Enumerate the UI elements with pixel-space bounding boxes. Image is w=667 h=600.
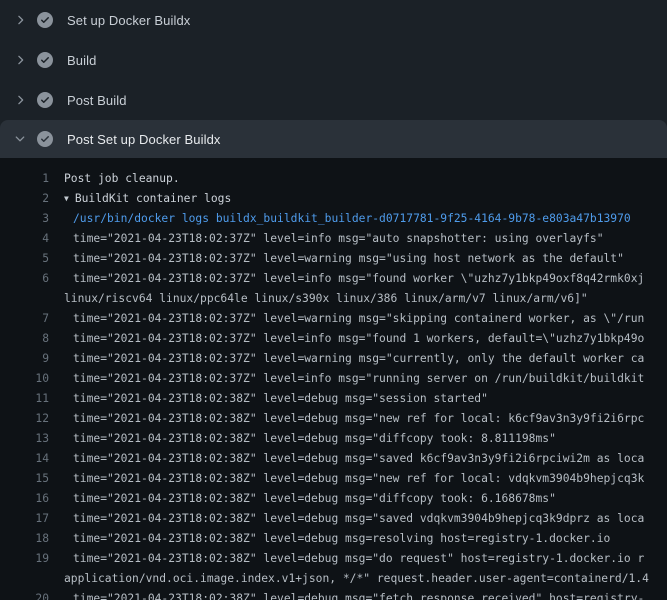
log-line: 10time="2021-04-23T18:02:37Z" level=info… <box>0 369 667 389</box>
check-circle-icon <box>37 92 53 108</box>
chevron-right-icon <box>12 52 28 68</box>
step-label: Set up Docker Buildx <box>67 13 190 28</box>
log-line: 9time="2021-04-23T18:02:37Z" level=warni… <box>0 349 667 369</box>
log-text: time="2021-04-23T18:02:38Z" level=debug … <box>49 429 556 449</box>
log-text: time="2021-04-23T18:02:38Z" level=debug … <box>49 489 556 509</box>
log-line: 14time="2021-04-23T18:02:38Z" level=debu… <box>0 449 667 469</box>
group-collapse-caret-icon[interactable]: ▼ <box>49 189 69 209</box>
log-output-pane: 1Post job cleanup.2▼BuildKit container l… <box>0 158 667 600</box>
line-number[interactable]: 6 <box>0 269 49 289</box>
line-number[interactable]: 19 <box>0 549 49 569</box>
log-line: 15time="2021-04-23T18:02:38Z" level=debu… <box>0 469 667 489</box>
log-line: 19time="2021-04-23T18:02:38Z" level=debu… <box>0 549 667 569</box>
log-text: time="2021-04-23T18:02:37Z" level=warnin… <box>49 249 624 269</box>
log-line-continuation: application/vnd.oci.image.index.v1+json,… <box>0 569 667 589</box>
log-line: 13time="2021-04-23T18:02:38Z" level=debu… <box>0 429 667 449</box>
log-group-title[interactable]: BuildKit container logs <box>69 189 231 209</box>
log-line: 8time="2021-04-23T18:02:37Z" level=info … <box>0 329 667 349</box>
log-text: application/vnd.oci.image.index.v1+json,… <box>49 569 649 589</box>
log-line: 1Post job cleanup. <box>0 169 667 189</box>
log-line: 5time="2021-04-23T18:02:37Z" level=warni… <box>0 249 667 269</box>
log-text: time="2021-04-23T18:02:38Z" level=debug … <box>49 389 488 409</box>
line-number[interactable]: 15 <box>0 469 49 489</box>
line-number[interactable]: 7 <box>0 309 49 329</box>
line-number[interactable]: 18 <box>0 529 49 549</box>
line-number[interactable]: 12 <box>0 409 49 429</box>
line-number[interactable]: 5 <box>0 249 49 269</box>
log-text: time="2021-04-23T18:02:38Z" level=debug … <box>49 449 644 469</box>
log-text: time="2021-04-23T18:02:38Z" level=debug … <box>49 589 644 600</box>
log-text: time="2021-04-23T18:02:38Z" level=debug … <box>49 469 644 489</box>
log-text: time="2021-04-23T18:02:37Z" level=warnin… <box>49 349 644 369</box>
check-circle-icon <box>37 131 53 147</box>
line-number[interactable]: 16 <box>0 489 49 509</box>
log-text: linux/riscv64 linux/ppc64le linux/s390x … <box>49 289 588 309</box>
line-number[interactable]: 9 <box>0 349 49 369</box>
log-line: 12time="2021-04-23T18:02:38Z" level=debu… <box>0 409 667 429</box>
check-circle-icon <box>37 12 53 28</box>
log-line: 20time="2021-04-23T18:02:38Z" level=debu… <box>0 589 667 600</box>
line-number[interactable]: 3 <box>0 209 49 229</box>
line-number[interactable]: 11 <box>0 389 49 409</box>
line-number[interactable]: 8 <box>0 329 49 349</box>
log-text: time="2021-04-23T18:02:38Z" level=debug … <box>49 529 610 549</box>
line-number[interactable]: 2 <box>0 189 49 209</box>
log-text: time="2021-04-23T18:02:38Z" level=debug … <box>49 549 644 569</box>
log-line: 3/usr/bin/docker logs buildx_buildkit_bu… <box>0 209 667 229</box>
log-text: time="2021-04-23T18:02:38Z" level=debug … <box>49 409 644 429</box>
line-number[interactable]: 10 <box>0 369 49 389</box>
chevron-right-icon <box>12 12 28 28</box>
log-line: 4time="2021-04-23T18:02:37Z" level=info … <box>0 229 667 249</box>
log-line: 7time="2021-04-23T18:02:37Z" level=warni… <box>0 309 667 329</box>
log-line: 17time="2021-04-23T18:02:38Z" level=debu… <box>0 509 667 529</box>
line-number[interactable]: 20 <box>0 589 49 600</box>
log-text: time="2021-04-23T18:02:37Z" level=info m… <box>49 229 604 249</box>
step-label: Post Build <box>67 93 127 108</box>
check-circle-icon <box>37 52 53 68</box>
log-text: time="2021-04-23T18:02:37Z" level=info m… <box>49 269 644 289</box>
step-header-post-set-up-docker-buildx[interactable]: Post Set up Docker Buildx <box>0 120 667 158</box>
log-text: time="2021-04-23T18:02:37Z" level=info m… <box>49 329 644 349</box>
log-line: 2▼BuildKit container logs <box>0 189 667 209</box>
step-header-set-up-docker-buildx[interactable]: Set up Docker Buildx <box>0 0 667 40</box>
log-text: time="2021-04-23T18:02:37Z" level=warnin… <box>49 309 644 329</box>
line-number <box>0 569 49 589</box>
log-text: time="2021-04-23T18:02:38Z" level=debug … <box>49 509 644 529</box>
line-number[interactable]: 4 <box>0 229 49 249</box>
line-number <box>0 289 49 309</box>
line-number[interactable]: 1 <box>0 169 49 189</box>
step-label: Build <box>67 53 96 68</box>
log-line: 16time="2021-04-23T18:02:38Z" level=debu… <box>0 489 667 509</box>
line-number[interactable]: 13 <box>0 429 49 449</box>
step-header-post-build[interactable]: Post Build <box>0 80 667 120</box>
log-line: 18time="2021-04-23T18:02:38Z" level=debu… <box>0 529 667 549</box>
log-line: 6time="2021-04-23T18:02:37Z" level=info … <box>0 269 667 289</box>
line-number[interactable]: 14 <box>0 449 49 469</box>
step-header-build[interactable]: Build <box>0 40 667 80</box>
chevron-down-icon <box>12 131 28 147</box>
log-text: time="2021-04-23T18:02:37Z" level=info m… <box>49 369 644 389</box>
job-steps-list: Set up Docker Buildx Build Post Build Post … <box>0 0 667 158</box>
step-label: Post Set up Docker Buildx <box>67 132 221 147</box>
log-command-text: /usr/bin/docker logs buildx_buildkit_bui… <box>49 209 631 229</box>
log-text: Post job cleanup. <box>49 169 180 189</box>
line-number[interactable]: 17 <box>0 509 49 529</box>
log-line-continuation: linux/riscv64 linux/ppc64le linux/s390x … <box>0 289 667 309</box>
chevron-right-icon <box>12 92 28 108</box>
log-line: 11time="2021-04-23T18:02:38Z" level=debu… <box>0 389 667 409</box>
